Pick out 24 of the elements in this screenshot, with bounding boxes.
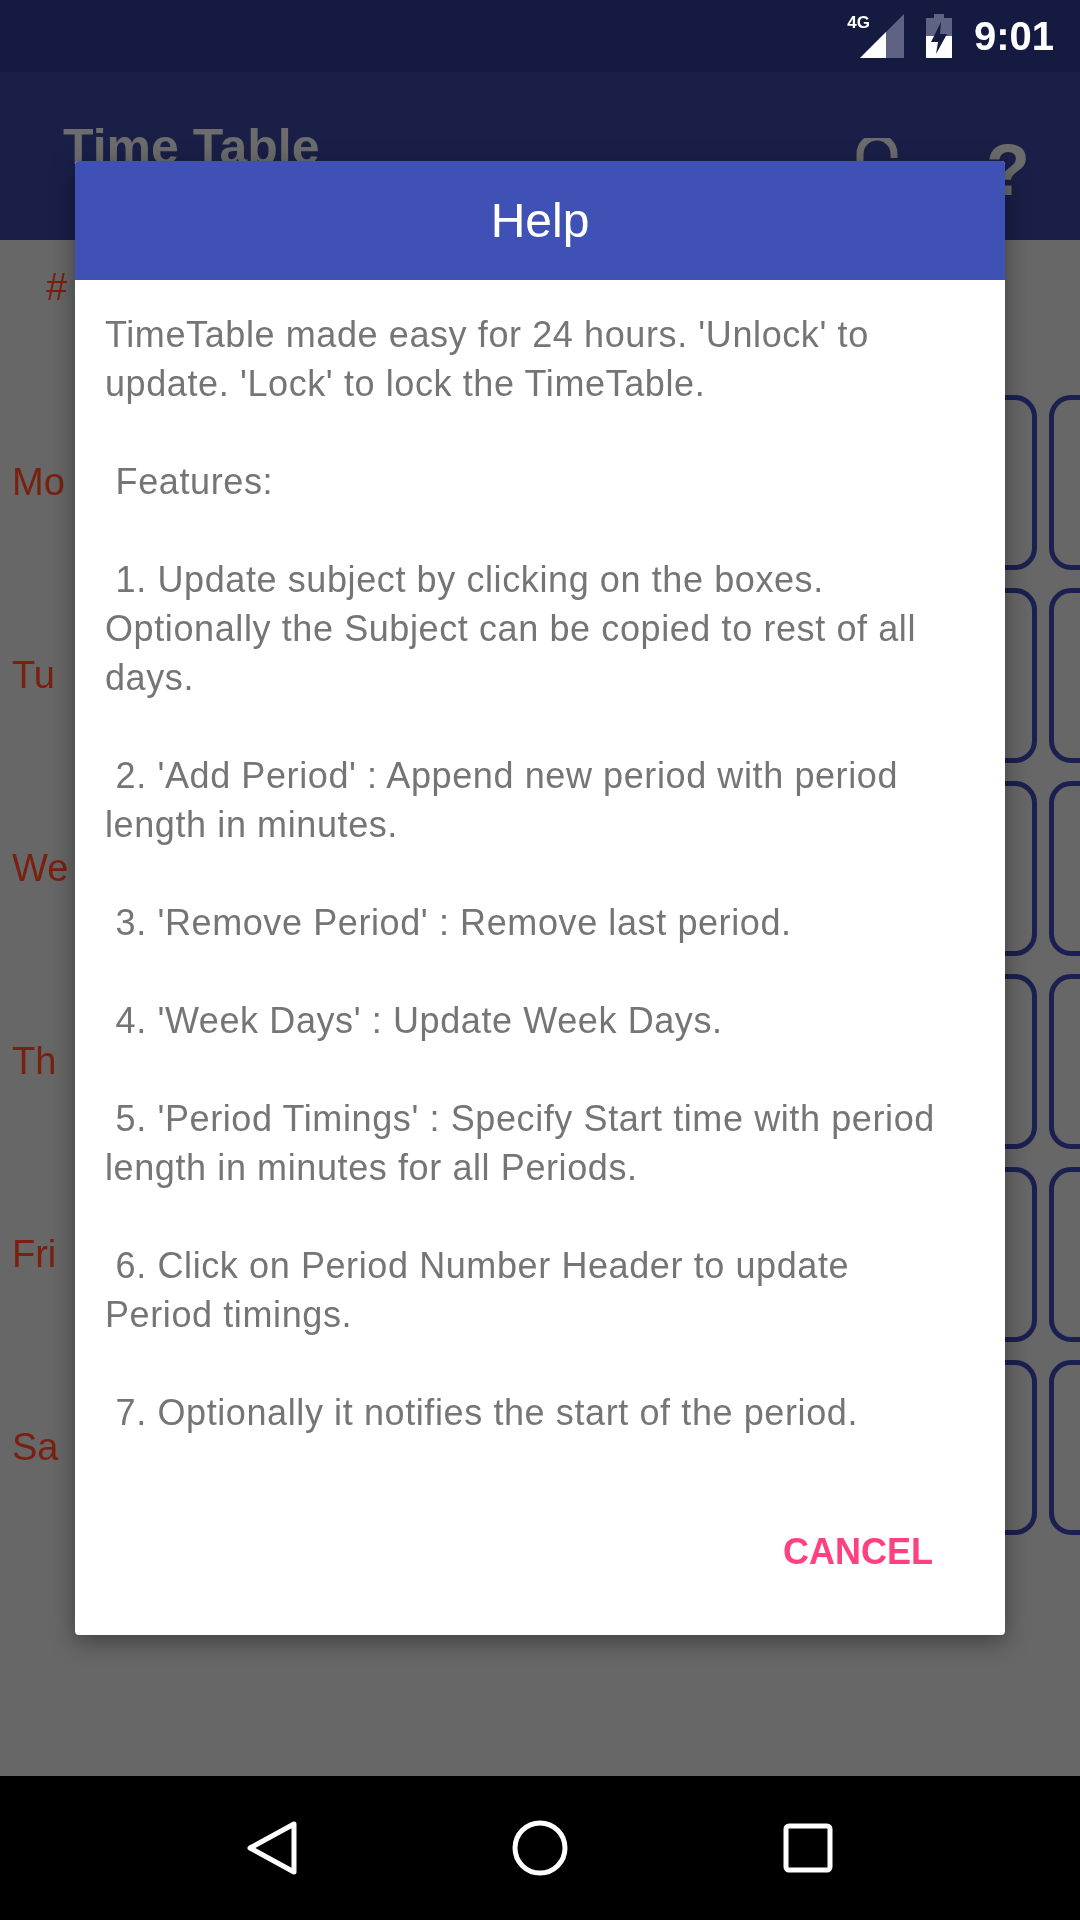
day-label: Th [11,1040,58,1083]
dialog-title: Help [75,161,1005,280]
help-paragraph: 3. 'Remove Period' : Remove last period. [114,901,793,945]
help-paragraph: 5. 'Period Timings' : Specify Start time with period length in minutes for all Periods. [105,1097,936,1190]
day-label: Mo [11,461,66,504]
day-label: Sa [11,1426,60,1469]
battery-charging-icon [925,14,952,58]
home-icon[interactable] [511,1819,569,1877]
help-paragraph: TimeTable made easy for 24 hours. 'Unlock' to update. 'Lock' to lock the TimeTable. [105,313,870,406]
day-label: Fri [11,1233,58,1276]
day-label: We [11,847,70,890]
recent-apps-icon[interactable] [781,1822,834,1874]
cancel-button[interactable]: CANCEL [767,1509,949,1595]
help-paragraph: 6. Click on Period Number Header to update Period timings. [105,1244,851,1337]
day-label: Tu [11,654,56,697]
help-paragraph: 7. Optionally it notifies the start of the period. [114,1391,859,1435]
help-paragraph: 2. 'Add Period' : Append new period with period length in minutes. [105,754,900,847]
help-paragraph: 1. Update subject by clicking on the boxes. Optionally the Subject can be copied to rest of all days. [105,558,918,700]
clock-time: 9:01 [973,13,1054,59]
help-paragraph: Features: [114,460,275,504]
back-icon[interactable] [246,1820,299,1876]
network-type-label: 4G [847,14,870,31]
help-paragraph: 4. 'Week Days' : Update Week Days. [114,999,724,1043]
column-header: # [45,265,69,310]
